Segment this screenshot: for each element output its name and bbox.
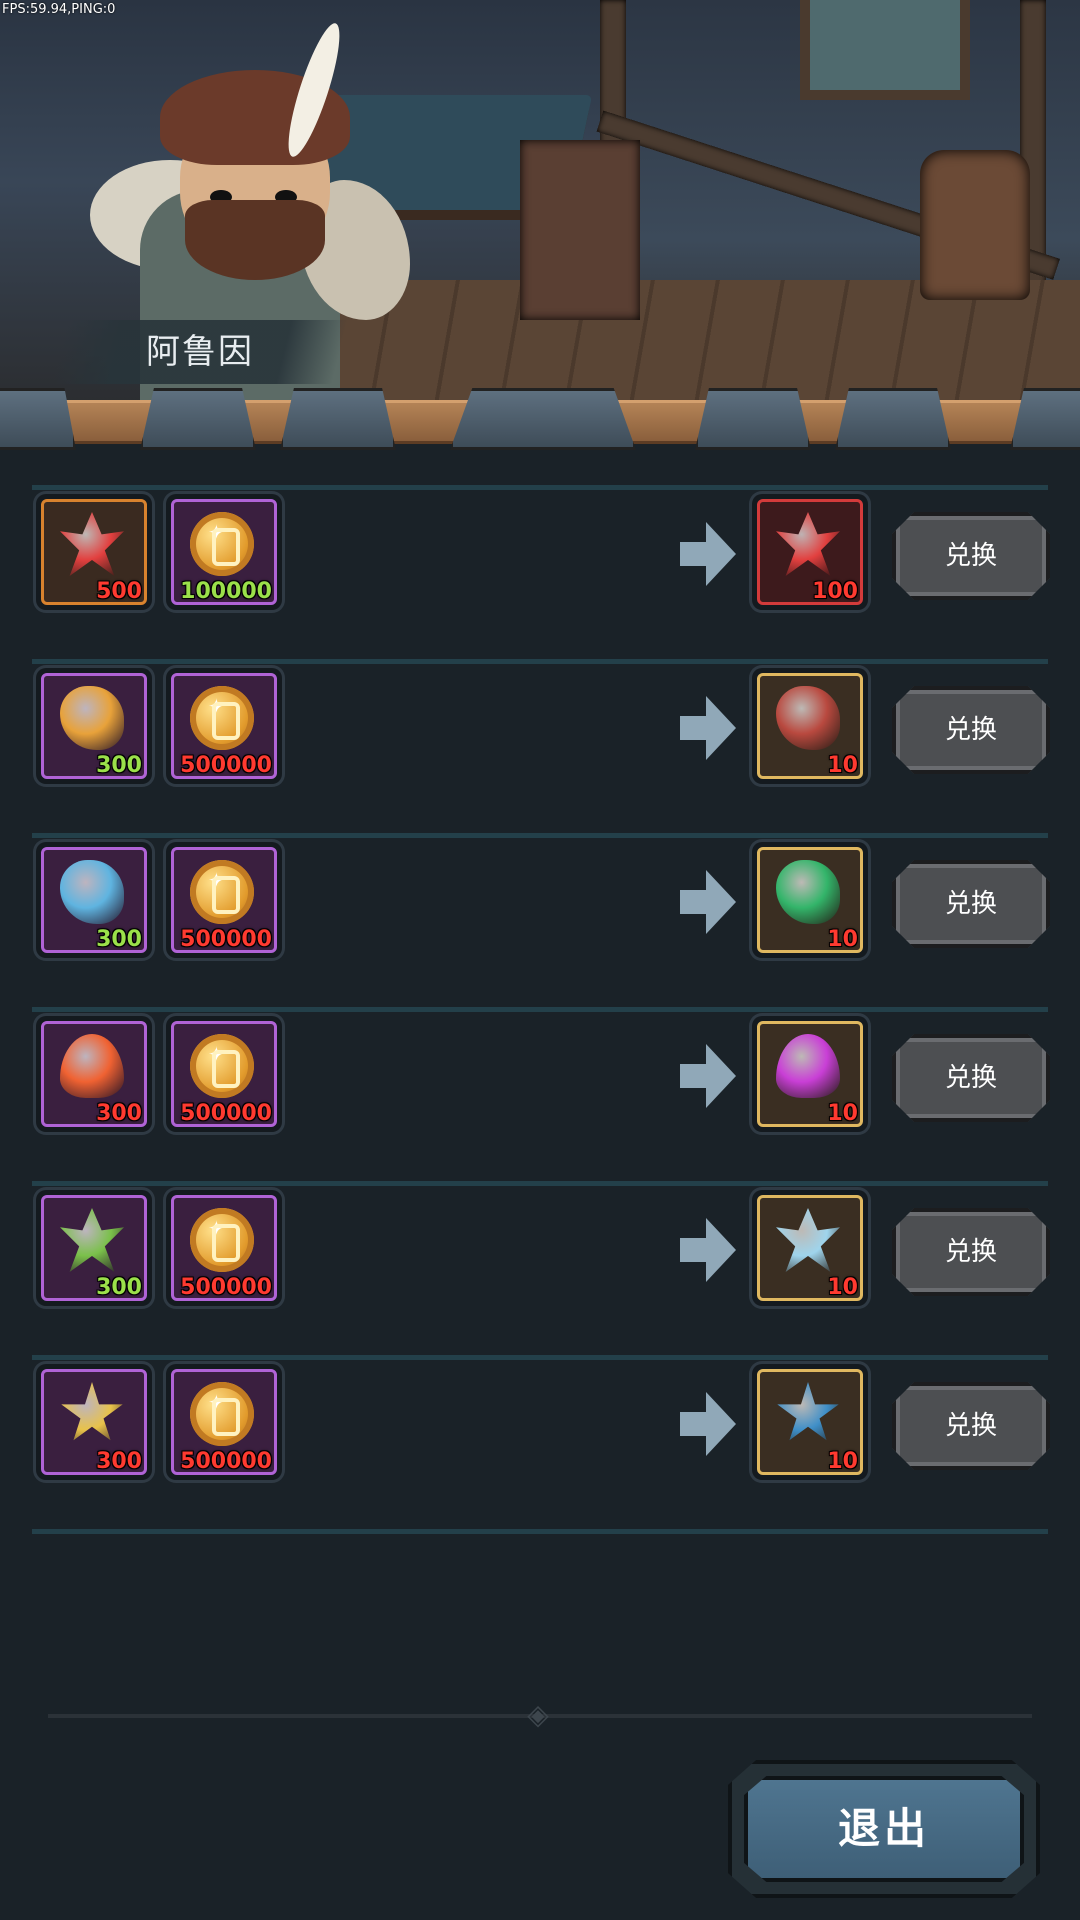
gold-coin-icon: ✦ [190,686,254,750]
scene-window [800,0,970,100]
exchange-button[interactable]: 兑换 [892,686,1050,774]
stone-block [1010,388,1080,450]
item-slot[interactable]: 10 [752,668,868,784]
item-slot[interactable]: 10 [752,1364,868,1480]
item-quantity: 300 [96,753,142,778]
stone-block [140,388,256,450]
arrow-right-icon [680,1392,736,1456]
sparkle-icon: ✦ [208,694,225,718]
gold-coin-icon: ✦ [190,860,254,924]
exit-button[interactable]: 退出 [744,1776,1024,1882]
row-separator [32,1529,1048,1534]
item-quantity: 300 [96,1275,142,1300]
exchange-button[interactable]: 兑换 [892,860,1050,948]
arrow-right-icon [680,522,736,586]
item-quantity: 10 [827,1275,858,1300]
item-quantity: 100 [812,579,858,604]
item-slot[interactable]: 300 [36,1364,152,1480]
exchange-row: 300 ✦ 500000 10 兑换 [0,1360,1080,1534]
item-quantity: 10 [827,753,858,778]
sparkle-icon: ✦ [208,520,225,544]
npc-scene: 阿鲁因 [0,0,1080,405]
item-quantity: 500000 [180,1101,272,1126]
item-quantity: 10 [827,927,858,952]
sparkle-icon: ✦ [208,1390,225,1414]
stone-block [695,388,811,450]
item-quantity: 10 [827,1101,858,1126]
item-slot[interactable]: 10 [752,1190,868,1306]
gold-coin-icon: ✦ [190,512,254,576]
scene-barrel [920,150,1030,300]
item-slot[interactable]: ✦ 500000 [166,668,282,784]
gold-coin-icon: ✦ [190,1382,254,1446]
exchange-row: 300 ✦ 500000 10 兑换 [0,838,1080,1012]
sparkle-icon: ✦ [208,1216,225,1240]
item-slot[interactable]: ✦ 100000 [166,494,282,610]
item-quantity: 100000 [180,579,272,604]
item-slot[interactable]: 300 [36,668,152,784]
fps-ping-readout: FPS:59.94,PING:0 [2,2,116,17]
exchange-row: 500 ✦ 100000 100 兑换 [0,490,1080,664]
divider-ornament-icon: ◈ [527,1698,549,1731]
beard [185,200,325,280]
item-slot[interactable]: ✦ 500000 [166,1364,282,1480]
sparkle-icon: ✦ [208,1042,225,1066]
exchange-button[interactable]: 兑换 [892,512,1050,600]
item-slot[interactable]: 100 [752,494,868,610]
exchange-row: 300 ✦ 500000 10 兑换 [0,1012,1080,1186]
item-slot[interactable]: ✦ 500000 [166,1190,282,1306]
scene-desk [520,140,640,320]
arrow-right-icon [680,1044,736,1108]
item-quantity: 500000 [180,1449,272,1474]
footer-panel: ◈ 退出 [0,1590,1080,1920]
arrow-right-icon [680,696,736,760]
exchange-button[interactable]: 兑换 [892,1382,1050,1470]
stone-block [0,388,76,450]
stone-block [835,388,951,450]
item-slot[interactable]: 300 [36,842,152,958]
arrow-right-icon [680,1218,736,1282]
exchange-button[interactable]: 兑换 [892,1034,1050,1122]
exchange-list[interactable]: 500100兑换500✦100000100兑换300✦50000010兑换300… [0,450,1080,1590]
exchange-row: 300 ✦ 500000 10 兑换 [0,1186,1080,1360]
item-slot[interactable]: 10 [752,842,868,958]
item-quantity: 500000 [180,753,272,778]
exit-button-frame: 退出 [728,1760,1040,1898]
gold-coin-icon: ✦ [190,1208,254,1272]
gold-coin-icon: ✦ [190,1034,254,1098]
npc-name: 阿鲁因 [146,332,254,372]
item-slot[interactable]: ✦ 500000 [166,1016,282,1132]
scene-border [0,388,1080,450]
item-quantity: 300 [96,1101,142,1126]
stone-block [280,388,396,450]
stone-block [450,388,636,450]
exchange-row: 500100兑换 [0,450,1080,490]
exchange-row: 300 ✦ 500000 10 兑换 [0,664,1080,838]
item-slot[interactable]: 300 [36,1190,152,1306]
item-quantity: 500000 [180,927,272,952]
item-slot[interactable]: 10 [752,1016,868,1132]
exchange-button[interactable]: 兑换 [892,1208,1050,1296]
item-quantity: 500 [96,579,142,604]
item-quantity: 300 [96,927,142,952]
item-slot[interactable]: 300 [36,1016,152,1132]
item-quantity: 300 [96,1449,142,1474]
item-quantity: 500000 [180,1275,272,1300]
item-quantity: 10 [827,1449,858,1474]
item-slot[interactable]: ✦ 500000 [166,842,282,958]
arrow-right-icon [680,870,736,934]
item-slot[interactable]: 500 [36,494,152,610]
sparkle-icon: ✦ [208,868,225,892]
